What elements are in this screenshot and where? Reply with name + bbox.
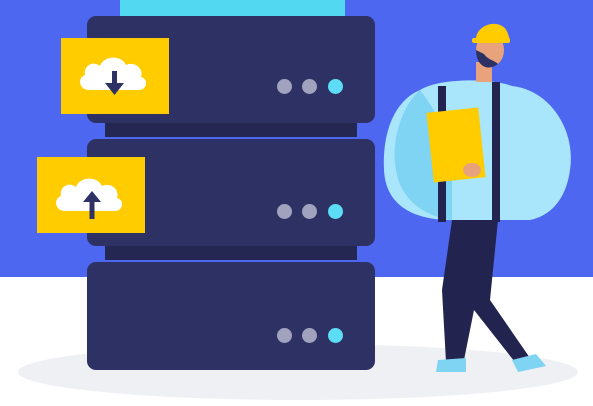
download-card	[61, 38, 169, 114]
server-led-active	[328, 79, 343, 94]
server-led	[302, 328, 317, 343]
worker-hand	[463, 163, 481, 177]
server-led-active	[328, 328, 343, 343]
server-led-active	[328, 204, 343, 219]
illustration-scene	[0, 0, 593, 406]
server-led	[302, 79, 317, 94]
server-led	[302, 204, 317, 219]
worker-pants	[442, 220, 530, 366]
server-top-strip	[120, 0, 345, 16]
server-connector	[105, 246, 357, 260]
upload-card	[37, 157, 145, 233]
server-led	[277, 79, 292, 94]
cloud-upload-icon	[56, 178, 123, 219]
server-unit-bottom	[87, 262, 375, 370]
worker-figure	[383, 23, 571, 372]
server-connector	[105, 123, 357, 137]
server-led	[277, 328, 292, 343]
worker-shoe-left	[436, 358, 466, 372]
worker-suspender-right	[492, 82, 500, 222]
server-led	[277, 204, 292, 219]
cloud-download-icon	[80, 57, 147, 95]
